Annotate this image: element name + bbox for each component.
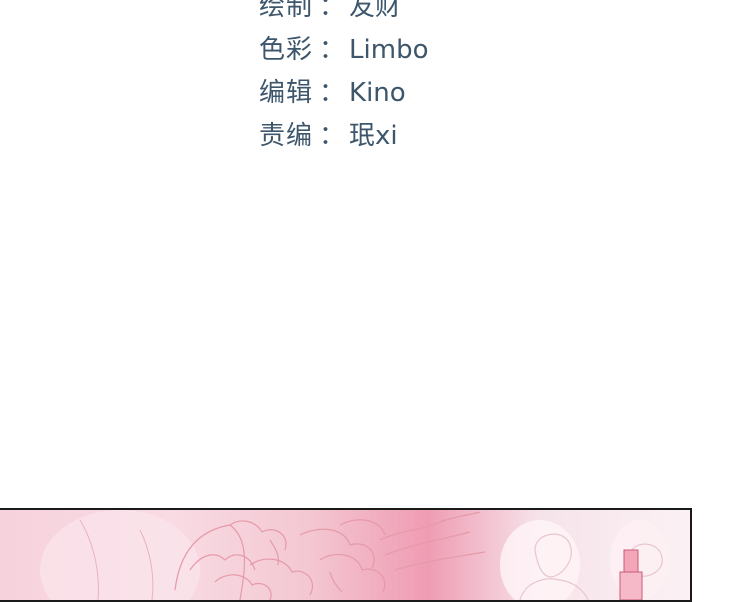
credit-role: 色彩 <box>259 35 314 65</box>
credit-name: Kino <box>349 78 406 108</box>
credit-separator: ： <box>319 78 346 108</box>
credit-line-illustration: 绘制：友财 <box>259 0 428 29</box>
credit-name: 友财 <box>349 0 402 22</box>
credit-name: Limbo <box>349 35 429 65</box>
credit-name: 珉xi <box>349 121 398 151</box>
comic-panel <box>0 508 692 602</box>
credit-separator: ： <box>319 0 346 22</box>
credit-role: 责编 <box>259 121 314 151</box>
credits-list: 绘制：友财 色彩： Limbo 编辑： Kino 责编：珉xi <box>259 0 428 158</box>
credit-separator: ： <box>319 35 346 65</box>
credit-separator: ： <box>319 121 346 151</box>
flower-illustration-icon <box>40 510 670 600</box>
credit-line-editor: 编辑： Kino <box>259 72 428 115</box>
credit-line-color: 色彩： Limbo <box>259 29 428 72</box>
credit-role: 绘制 <box>259 0 314 22</box>
credit-role: 编辑 <box>259 78 314 108</box>
credit-line-chief-editor: 责编：珉xi <box>259 115 428 158</box>
